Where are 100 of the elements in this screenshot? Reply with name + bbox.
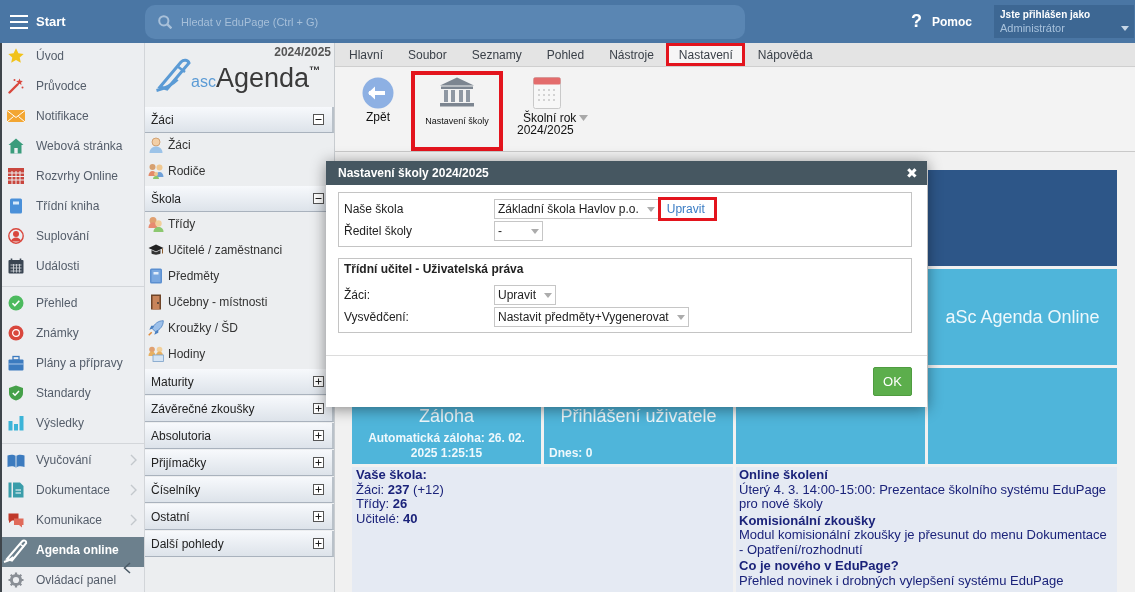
section-header[interactable]: Ostatní — [145, 504, 334, 530]
sidebar-item[interactable]: Dokumentace — [2, 477, 144, 507]
plus-box-icon[interactable] — [313, 457, 324, 468]
news-title: Co je nového v EduPage? — [739, 559, 899, 574]
menu-tab[interactable]: Nástroje — [596, 43, 667, 66]
school-year-button[interactable]: Školní rok 2024/2025 — [511, 71, 594, 151]
tile-title: Záloha — [418, 405, 474, 427]
field-label: Naše škola — [344, 202, 404, 216]
plus-box-icon[interactable] — [313, 511, 324, 522]
nav-item[interactable]: Rodiče — [145, 160, 334, 186]
back-button[interactable]: Zpět — [350, 71, 406, 151]
school-settings-button[interactable]: Nastavení školy — [411, 71, 503, 151]
menu-tab[interactable]: Pohled — [534, 43, 597, 66]
house-icon — [8, 137, 24, 154]
caret-icon — [531, 228, 539, 234]
dropdown-field[interactable]: Nastavit předměty+Vygenerovat — [494, 307, 689, 327]
graduation-cap-icon — [148, 244, 164, 256]
section-header[interactable]: Přijímačky — [145, 450, 334, 476]
sidebar-item[interactable]: Průvodce — [2, 73, 144, 103]
user-circle-icon — [8, 227, 24, 244]
nav-item[interactable]: Učebny - místnosti — [145, 291, 334, 317]
help-button[interactable]: ? Pomoc — [911, 0, 972, 43]
calendar-icon — [533, 77, 561, 109]
pencil-icon — [3, 536, 29, 563]
people-icon — [148, 216, 164, 232]
field-label: Žáci: — [344, 288, 370, 302]
minus-box-icon[interactable] — [313, 193, 324, 204]
dashboard-tile[interactable] — [928, 170, 1117, 266]
menu-tab[interactable]: Nápověda — [745, 43, 826, 66]
sidebar-item[interactable]: Přehled — [2, 290, 144, 320]
search-field[interactable]: Hledat v EduPage (Ctrl + G) — [145, 5, 745, 39]
gear-icon — [8, 571, 24, 588]
plus-box-icon[interactable] — [313, 403, 324, 414]
sidebar-item[interactable]: Plány a přípravy — [2, 350, 144, 380]
dropdown-field[interactable]: Upravit — [494, 285, 556, 305]
plus-box-icon[interactable] — [313, 430, 324, 441]
sidebar-item[interactable]: Standardy — [2, 380, 144, 410]
nav-item[interactable]: Předměty — [145, 265, 334, 291]
person-icon — [148, 137, 164, 153]
sidebar-item[interactable]: Úvod — [2, 43, 144, 73]
sidebar-item[interactable]: Rozvrhy Online — [2, 163, 144, 193]
info-line: Žáci: 237 (+12) — [356, 482, 444, 497]
family-icon — [148, 163, 164, 179]
sidebar-item[interactable]: Třídní kniha — [2, 193, 144, 223]
close-button[interactable]: ✖ — [897, 161, 927, 185]
dropdown-field[interactable]: - — [494, 221, 543, 241]
people-board-icon — [148, 346, 164, 362]
notebook-icon — [8, 197, 24, 214]
field-label: Vysvědčení: — [344, 310, 409, 324]
news-text: Přehled novinek i drobných vylepšení systému EduPage — [739, 573, 1065, 588]
dropdown-field[interactable]: Základní škola Havlov p.o. — [494, 199, 659, 219]
sidebar-item[interactable]: Výsledky — [2, 410, 144, 440]
sidebar-item[interactable]: Suplování — [2, 223, 144, 253]
section-header[interactable]: Žáci — [145, 107, 334, 133]
sidebar-item[interactable]: Webová stránka — [2, 133, 144, 163]
bar-chart-icon — [8, 414, 24, 431]
start-menu-button[interactable]: Start — [0, 0, 145, 43]
menu-tab[interactable]: Seznamy — [459, 43, 535, 66]
menu-tab[interactable]: Soubor — [395, 43, 460, 66]
nav-item[interactable]: Třídy — [145, 213, 334, 239]
ring-icon — [8, 324, 24, 341]
edit-link[interactable]: Upravit — [657, 197, 717, 221]
sidebar-item[interactable]: Komunikace — [2, 507, 144, 537]
user-name: Administrátor — [1000, 21, 1065, 35]
sidebar-item[interactable]: Známky — [2, 320, 144, 350]
document-icon — [8, 481, 24, 498]
door-icon — [148, 294, 164, 310]
plus-box-icon[interactable] — [313, 484, 324, 495]
section-header[interactable]: Číselníky — [145, 477, 334, 503]
logo-text: ascAgenda™ — [191, 64, 320, 92]
nav-item[interactable]: Kroužky / ŠD — [145, 317, 334, 343]
menu-tab[interactable]: Hlavní — [336, 43, 396, 66]
dashboard-tile[interactable] — [928, 368, 1117, 464]
menu-tab[interactable]: Nastavení — [666, 43, 746, 66]
news-text: Modul komisionální zkoušky je přesunut do menu Dokumentace - Opatření/rozhodnutí — [739, 528, 1108, 557]
minus-box-icon[interactable] — [313, 114, 324, 125]
user-menu[interactable]: Jste přihlášen jako Administrátor — [994, 5, 1134, 38]
chat-icon — [8, 511, 24, 528]
nav-item[interactable]: Učitelé / zaměstnanci — [145, 239, 334, 265]
news-title: Komisionální zkoušky — [739, 513, 876, 528]
plus-box-icon[interactable] — [313, 376, 324, 387]
sidebar-item[interactable]: Vyučování — [2, 447, 144, 477]
caret-icon — [676, 314, 685, 320]
nav-item[interactable]: Hodiny — [145, 343, 334, 369]
section-header[interactable]: Závěrečné zkoušky — [145, 396, 334, 422]
nav-item[interactable]: Žáci — [145, 134, 334, 160]
sidebar-item[interactable]: Notifikace — [2, 103, 144, 133]
sidebar-item[interactable]: Události — [2, 253, 144, 283]
plus-box-icon[interactable] — [313, 538, 324, 549]
sidebar-item[interactable]: Ovládací panel — [2, 567, 144, 592]
building-icon — [439, 77, 475, 107]
book-icon — [148, 268, 164, 284]
field-label: Ředitel školy — [344, 224, 413, 238]
caret-icon — [1121, 26, 1129, 31]
section-header[interactable]: Absolutoria — [145, 423, 334, 449]
info-line: Učitelé: 40 — [356, 511, 418, 526]
chevron-left-icon[interactable] — [123, 562, 131, 574]
grid-calendar-icon — [8, 167, 24, 184]
section-header[interactable]: Další pohledy — [145, 531, 334, 557]
sidebar-item[interactable]: Agenda online — [2, 537, 144, 567]
